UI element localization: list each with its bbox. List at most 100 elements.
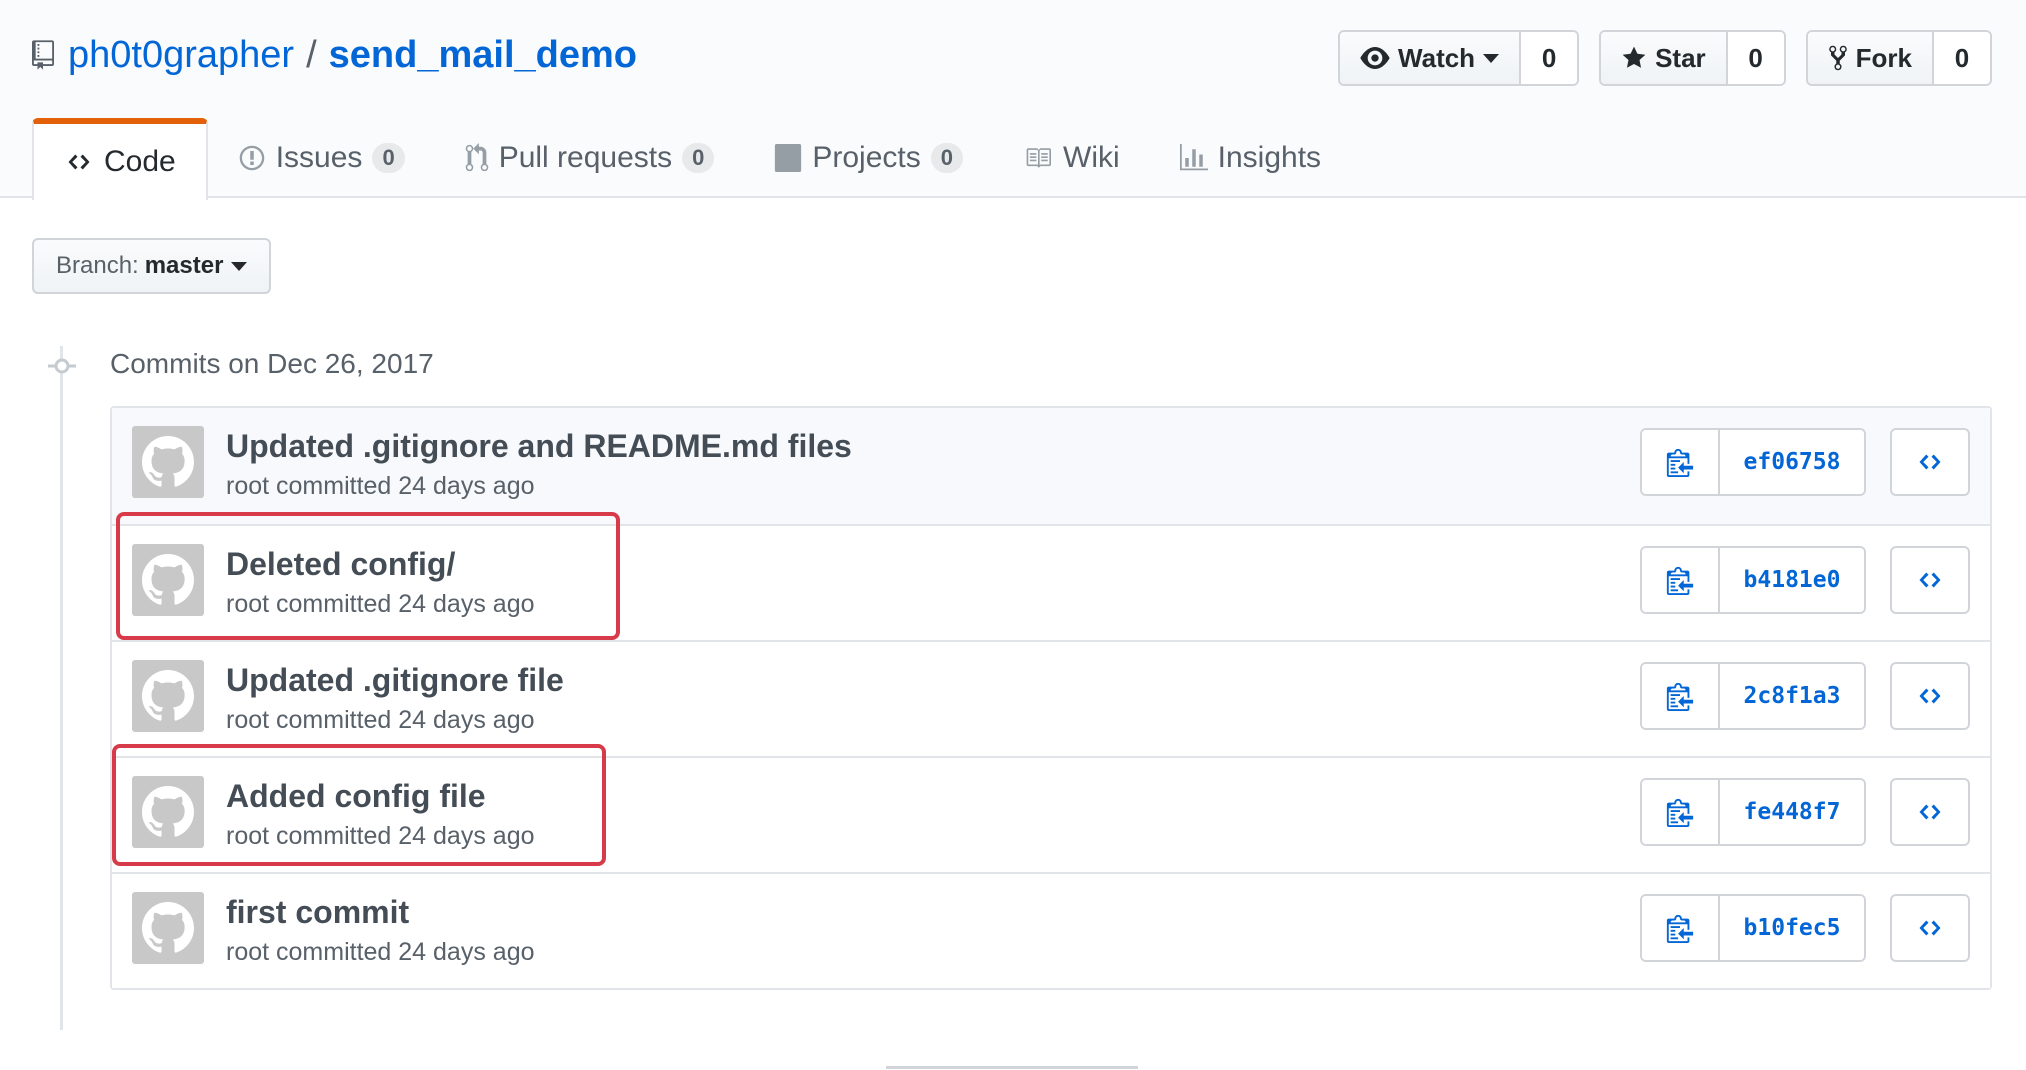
commit-row: Added config file root committed 24 days… bbox=[112, 756, 1990, 872]
commit-message-link[interactable]: Updated .gitignore and README.md files bbox=[226, 428, 852, 465]
tab-projects[interactable]: Projects 0 bbox=[744, 118, 993, 198]
watch-count[interactable]: 0 bbox=[1521, 32, 1578, 84]
repo-header: ph0t0grapher / send_mail_demo Watch 0 St… bbox=[0, 0, 2026, 200]
repo-nav: Code Issues 0 Pull requests 0 Projects 0 bbox=[32, 118, 1351, 200]
commit-sha-link[interactable]: ef06758 bbox=[1720, 430, 1864, 494]
clippy-icon bbox=[1666, 448, 1694, 477]
branch-name: master bbox=[144, 252, 224, 279]
octocat-icon bbox=[142, 554, 194, 605]
copy-sha-button[interactable] bbox=[1642, 430, 1720, 494]
chevron-down-icon bbox=[231, 261, 248, 271]
commit-sha-link[interactable]: b10fec5 bbox=[1720, 896, 1864, 960]
branch-select-button[interactable]: Branch: master bbox=[32, 238, 272, 294]
avatar[interactable] bbox=[132, 776, 204, 848]
tab-projects-label: Projects bbox=[812, 141, 921, 174]
code-icon bbox=[1919, 688, 1941, 704]
tab-code[interactable]: Code bbox=[32, 118, 208, 200]
avatar[interactable] bbox=[132, 892, 204, 964]
code-icon bbox=[1919, 454, 1941, 470]
copy-sha-button[interactable] bbox=[1642, 780, 1720, 844]
sha-button-group: b4181e0 bbox=[1640, 546, 1866, 614]
pulls-counter: 0 bbox=[682, 143, 715, 173]
tab-issues-label: Issues bbox=[275, 141, 363, 174]
issue-icon bbox=[239, 145, 264, 171]
repo-actions: Watch 0 Star 0 Fork 0 bbox=[1338, 30, 1992, 86]
book-icon bbox=[1026, 148, 1051, 168]
repo-name-link[interactable]: send_mail_demo bbox=[329, 34, 637, 77]
clippy-icon bbox=[1666, 798, 1694, 827]
tab-wiki-label: Wiki bbox=[1063, 141, 1120, 174]
browse-tree-button[interactable] bbox=[1890, 778, 1970, 846]
watch-button[interactable]: Watch bbox=[1340, 32, 1522, 84]
graph-icon bbox=[1179, 144, 1208, 171]
tab-code-label: Code bbox=[104, 145, 176, 178]
fork-label: Fork bbox=[1855, 42, 1912, 73]
star-icon bbox=[1622, 46, 1646, 68]
repo-icon bbox=[32, 40, 54, 70]
commit-group-title: Commits on Dec 26, 2017 bbox=[110, 348, 434, 379]
tab-issues[interactable]: Issues 0 bbox=[208, 118, 435, 198]
tab-insights-label: Insights bbox=[1217, 141, 1322, 174]
clippy-icon bbox=[1666, 914, 1694, 943]
octocat-icon bbox=[142, 436, 194, 487]
copy-sha-button[interactable] bbox=[1642, 664, 1720, 728]
sha-button-group: 2c8f1a3 bbox=[1640, 662, 1866, 730]
commit-meta: root committed 24 days ago bbox=[226, 822, 535, 850]
timeline-line bbox=[60, 346, 63, 1030]
star-count[interactable]: 0 bbox=[1727, 32, 1784, 84]
browse-tree-button[interactable] bbox=[1890, 662, 1970, 730]
browse-tree-button[interactable] bbox=[1890, 546, 1970, 614]
commit-sha-link[interactable]: fe448f7 bbox=[1720, 780, 1864, 844]
browse-tree-button[interactable] bbox=[1890, 894, 1970, 962]
eye-icon bbox=[1360, 47, 1390, 69]
commit-meta: root committed 24 days ago bbox=[226, 706, 535, 734]
commit-meta: root committed 24 days ago bbox=[226, 938, 535, 966]
sha-button-group: fe448f7 bbox=[1640, 778, 1866, 846]
tab-pull-requests[interactable]: Pull requests 0 bbox=[435, 118, 745, 198]
commit-meta: root committed 24 days ago bbox=[226, 472, 535, 500]
avatar[interactable] bbox=[132, 660, 204, 732]
commit-row: Updated .gitignore and README.md files r… bbox=[112, 408, 1990, 524]
tab-pull-requests-label: Pull requests bbox=[498, 141, 673, 174]
commit-row: Updated .gitignore file root committed 2… bbox=[112, 640, 1990, 756]
repo-owner-link[interactable]: ph0t0grapher bbox=[68, 34, 294, 77]
git-commit-icon bbox=[48, 358, 76, 374]
fork-button[interactable]: Fork bbox=[1807, 32, 1934, 84]
pagination-divider bbox=[886, 1066, 1138, 1069]
browse-tree-button[interactable] bbox=[1890, 428, 1970, 496]
commit-row: first commit root committed 24 days ago … bbox=[112, 872, 1990, 988]
sha-button-group: ef06758 bbox=[1640, 428, 1866, 496]
fork-button-group: Fork 0 bbox=[1805, 30, 1992, 86]
avatar[interactable] bbox=[132, 544, 204, 616]
commit-message-link[interactable]: Deleted config/ bbox=[226, 546, 455, 583]
pull-request-icon bbox=[465, 143, 488, 172]
commit-sha-link[interactable]: 2c8f1a3 bbox=[1720, 664, 1864, 728]
chevron-down-icon bbox=[1483, 53, 1500, 63]
octocat-icon bbox=[142, 786, 194, 837]
project-icon bbox=[775, 144, 802, 172]
tab-wiki[interactable]: Wiki bbox=[993, 118, 1150, 198]
commit-message-link[interactable]: Updated .gitignore file bbox=[226, 662, 564, 699]
code-icon bbox=[1919, 572, 1941, 588]
octocat-icon bbox=[142, 902, 194, 953]
fork-count[interactable]: 0 bbox=[1934, 32, 1990, 84]
watch-label: Watch bbox=[1398, 42, 1476, 73]
branch-prefix: Branch: bbox=[56, 252, 139, 279]
projects-counter: 0 bbox=[930, 143, 963, 173]
clippy-icon bbox=[1666, 682, 1694, 711]
commit-message-link[interactable]: first commit bbox=[226, 894, 409, 931]
copy-sha-button[interactable] bbox=[1642, 896, 1720, 960]
repo-title: ph0t0grapher / send_mail_demo bbox=[32, 30, 637, 80]
commit-sha-link[interactable]: b4181e0 bbox=[1720, 548, 1864, 612]
octocat-icon bbox=[142, 670, 194, 721]
code-icon bbox=[1919, 804, 1941, 820]
code-icon bbox=[68, 154, 90, 170]
avatar[interactable] bbox=[132, 426, 204, 498]
watch-button-group: Watch 0 bbox=[1338, 30, 1580, 86]
copy-sha-button[interactable] bbox=[1642, 548, 1720, 612]
issues-counter: 0 bbox=[372, 143, 405, 173]
tab-insights[interactable]: Insights bbox=[1150, 118, 1351, 198]
star-button-group: Star 0 bbox=[1599, 30, 1786, 86]
star-button[interactable]: Star bbox=[1601, 32, 1728, 84]
commit-message-link[interactable]: Added config file bbox=[226, 778, 486, 815]
